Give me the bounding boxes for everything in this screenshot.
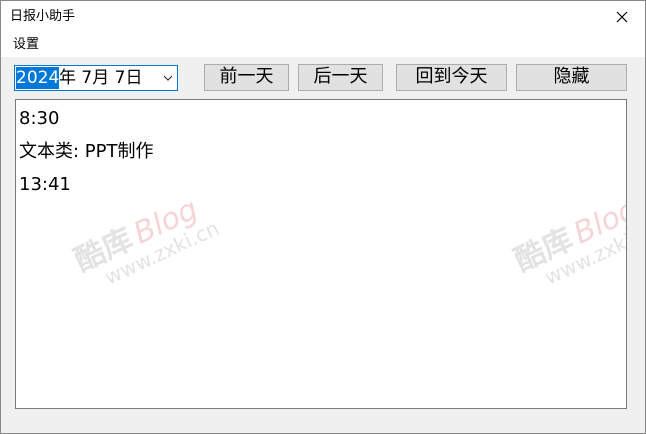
close-icon xyxy=(616,11,628,23)
watermark-cn: 酷库 xyxy=(509,221,579,279)
next-day-button[interactable]: 后一天 xyxy=(298,64,383,91)
log-line: 8:30 xyxy=(19,108,60,129)
hide-button[interactable]: 隐藏 xyxy=(516,64,627,91)
watermark-blog: Blog xyxy=(568,191,627,252)
menu-bar: 设置 xyxy=(1,33,645,58)
prev-day-button[interactable]: 前一天 xyxy=(204,64,289,91)
title-bar[interactable]: 日报小助手 xyxy=(1,1,645,33)
watermark-url: www.zxki.cn xyxy=(101,215,223,290)
date-year-segment[interactable]: 2024 xyxy=(16,67,60,89)
app-window: 日报小助手 设置 2024 年 7月 7日 前一天 后一天 回到今天 隐藏 8:… xyxy=(0,0,646,434)
date-month-day-segment[interactable]: 年 7月 7日 xyxy=(59,67,142,89)
date-picker[interactable]: 2024 年 7月 7日 xyxy=(14,65,178,91)
window-title: 日报小助手 xyxy=(10,9,76,24)
watermark-cn: 酷库 xyxy=(69,221,139,279)
log-line: 13:41 xyxy=(19,174,71,195)
log-text-area[interactable]: 8:30 文本类: PPT制作 13:41 酷库 Blog www.zxki.c… xyxy=(15,99,627,409)
watermark: 酷库 Blog www.zxki.cn xyxy=(506,180,627,298)
watermark-url: www.zxki.cn xyxy=(541,215,627,290)
close-button[interactable] xyxy=(599,1,645,33)
toolbar: 2024 年 7月 7日 前一天 后一天 回到今天 隐藏 xyxy=(1,58,645,98)
today-button[interactable]: 回到今天 xyxy=(396,64,507,91)
watermark: 酷库 Blog www.zxki.cn xyxy=(66,180,223,298)
window-bottom-padding xyxy=(1,409,645,433)
menu-settings[interactable]: 设置 xyxy=(8,37,44,53)
chevron-down-icon[interactable] xyxy=(162,71,174,85)
watermark-blog: Blog xyxy=(128,191,204,252)
log-line: 文本类: PPT制作 xyxy=(19,141,154,162)
